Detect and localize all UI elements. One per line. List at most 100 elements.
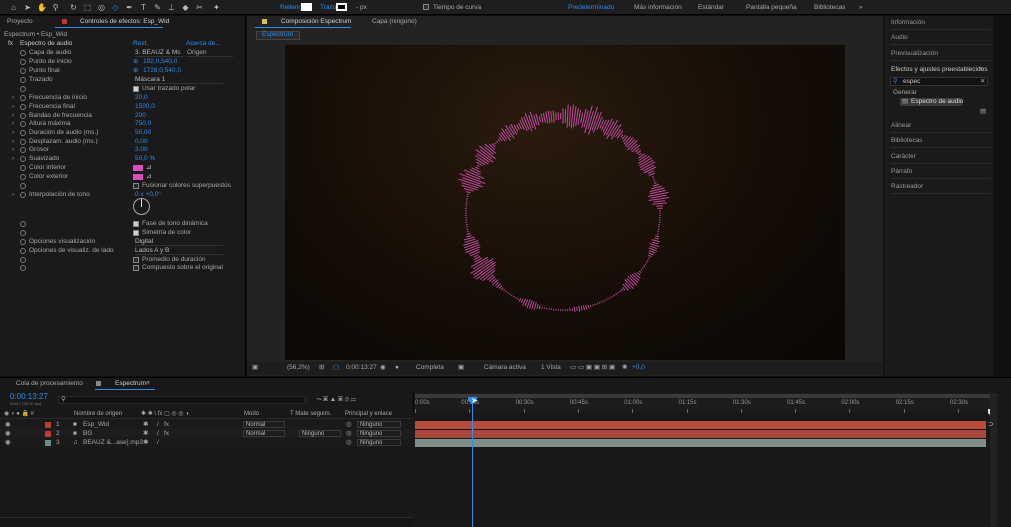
eraser-tool-icon[interactable]: ◆ <box>181 3 190 12</box>
layer-parent-select[interactable]: Ninguno <box>357 430 401 437</box>
header-parent[interactable]: Principal y enlace <box>345 410 392 418</box>
property-dropdown[interactable]: 3. BEAUZ & Mc <box>135 49 183 57</box>
layer-duration-bar[interactable] <box>415 439 986 447</box>
layer-fx-icon[interactable]: fx <box>164 430 169 438</box>
rotate-tool-icon[interactable]: ↻ <box>69 3 78 12</box>
workspace-more-icon[interactable]: » <box>859 4 863 12</box>
layer-label-color[interactable] <box>45 431 51 437</box>
roto-tool-icon[interactable]: ✂ <box>195 3 204 12</box>
workspace-pantalla-pequena[interactable]: Pantalla pequeña <box>746 4 797 12</box>
panel-parrafo[interactable]: Párrafo <box>891 165 991 179</box>
eyedropper-icon[interactable]: ⊿ <box>146 164 151 172</box>
snapshot-icon[interactable]: ◉ <box>380 364 386 372</box>
layer-duration-bar[interactable] <box>415 421 986 429</box>
property-checkbox[interactable] <box>133 183 139 189</box>
color-swatch[interactable] <box>133 174 143 180</box>
parent-pickwhip-icon[interactable]: ◎ <box>346 421 352 429</box>
property-dropdown[interactable]: Lados A y B <box>135 247 223 255</box>
panel-alinear[interactable]: Alinear <box>891 119 991 133</box>
effects-presets-header[interactable]: Efectos y ajustes preestablecidos <box>891 66 987 74</box>
pan-behind-icon[interactable]: ◎ <box>97 3 106 12</box>
property-checkbox[interactable] <box>133 221 139 227</box>
timeline-tab-menu[interactable]: ≡ <box>146 380 150 388</box>
mask-icon[interactable]: ▢ <box>333 364 339 372</box>
timeline-bottom-bar[interactable] <box>0 517 413 527</box>
layer-shy-icon[interactable]: ✱ <box>143 430 148 438</box>
property-twirl-icon[interactable]: › <box>12 138 14 146</box>
work-area-bar[interactable] <box>415 394 990 398</box>
hand-tool-icon[interactable]: ✋ <box>37 3 47 12</box>
exposure-value[interactable]: +0,0 <box>632 364 645 372</box>
timeline-switch-icons[interactable]: ⤳ ▣ ▲ ▣ ⊘ ▭ <box>316 396 356 404</box>
stroke-width[interactable]: - px <box>356 4 367 12</box>
stopwatch-icon[interactable] <box>20 230 26 236</box>
layer-name[interactable]: BEAUZ &...ase].mp3 <box>83 439 143 447</box>
effect-result[interactable]: Espectro de audio <box>911 98 963 106</box>
property-value[interactable]: 1500,0 <box>135 103 155 111</box>
stopwatch-icon[interactable] <box>20 113 26 119</box>
property-dropdown[interactable]: Digital <box>135 238 223 246</box>
timeline-tab-x[interactable] <box>96 381 101 386</box>
visibility-eye-icon[interactable]: ◉ <box>5 439 11 447</box>
stopwatch-icon[interactable] <box>20 265 26 271</box>
resolution-select[interactable]: Completa <box>416 364 444 372</box>
stopwatch-icon[interactable] <box>20 104 26 110</box>
property-value[interactable]: 1728,0,540,0 <box>143 67 181 75</box>
tab-controles-efectos[interactable]: Controles de efectos: Esp_Wid <box>80 17 169 27</box>
stopwatch-icon[interactable] <box>20 95 26 101</box>
property-value[interactable]: 3,00 <box>135 146 148 154</box>
property-twirl-icon[interactable]: › <box>12 94 14 102</box>
parent-pickwhip-icon[interactable]: ◎ <box>346 430 352 438</box>
layer-fx-icon[interactable]: fx <box>164 421 169 429</box>
layer-shy-icon[interactable]: ✱ <box>143 421 148 429</box>
property-twirl-icon[interactable]: › <box>12 155 14 163</box>
layer-label-color[interactable] <box>45 440 51 446</box>
property-value[interactable]: 750,0 <box>135 120 151 128</box>
fill-swatch[interactable] <box>301 3 312 11</box>
tab-cola-procesamiento[interactable]: Cola de procesamiento <box>16 379 83 389</box>
text-tool-icon[interactable]: T <box>139 3 148 12</box>
panel-bibliotecas[interactable]: Bibliotecas <box>891 134 991 148</box>
home-icon[interactable]: ⌂ <box>9 3 18 12</box>
timeline-right-scroll[interactable] <box>990 393 997 527</box>
region-icon[interactable]: ▣ <box>458 364 464 372</box>
property-checkbox[interactable] <box>133 230 139 236</box>
workspace-bibliotecas[interactable]: Bibliotecas <box>814 4 845 12</box>
panel-informacion[interactable]: Información <box>891 16 991 30</box>
property-checkbox[interactable] <box>133 265 139 271</box>
panel-previsualizacion[interactable]: Previsualización <box>891 47 991 61</box>
layer-quality-icon[interactable]: / <box>157 430 159 438</box>
curve-time-checkbox[interactable] <box>423 4 429 10</box>
category-generar[interactable]: Generar <box>893 89 917 97</box>
layer-label-color[interactable] <box>45 422 51 428</box>
layer-quality-icon[interactable]: / <box>157 439 159 447</box>
stopwatch-icon[interactable] <box>20 192 26 198</box>
crosshair-icon[interactable]: ⊕ <box>133 58 138 66</box>
effect-about-link[interactable]: Acerca de... <box>186 40 221 48</box>
stopwatch-icon[interactable] <box>20 156 26 162</box>
stopwatch-icon[interactable] <box>20 50 26 56</box>
header-name[interactable]: Nombre de origen <box>74 410 122 418</box>
workspace-predeterminado[interactable]: Predeterminado <box>568 4 614 12</box>
property-value[interactable]: 50,00 <box>135 129 151 137</box>
tab-composicion[interactable]: Composición Espectrum <box>281 17 351 27</box>
stroke-swatch[interactable] <box>336 3 347 11</box>
effect-reset-link[interactable]: Rest. <box>133 40 148 48</box>
viewer-timecode[interactable]: 0:00:13:27 <box>346 364 377 372</box>
layer-trkmat-select[interactable]: Ninguno <box>299 430 341 437</box>
layer-name[interactable]: Esp_Wid <box>83 421 109 429</box>
clone-tool-icon[interactable]: ⊥ <box>167 3 176 12</box>
exposure-icon[interactable]: ✺ <box>622 364 627 372</box>
property-twirl-icon[interactable]: › <box>12 103 14 111</box>
right-panel-scrollbar[interactable] <box>993 16 1011 376</box>
panel-rastreador[interactable]: Rastreador <box>891 180 991 194</box>
pin-tool-icon[interactable]: ✦ <box>212 3 221 12</box>
stopwatch-icon[interactable] <box>20 139 26 145</box>
visibility-eye-icon[interactable]: ◉ <box>5 421 11 429</box>
property-checkbox[interactable] <box>133 86 139 92</box>
stopwatch-icon[interactable] <box>20 257 26 263</box>
workspace-mas-info[interactable]: Más información <box>634 4 682 12</box>
effect-fx-icon[interactable]: fx <box>8 40 13 48</box>
layer-search[interactable] <box>58 396 306 404</box>
color-swatch[interactable] <box>133 165 143 171</box>
